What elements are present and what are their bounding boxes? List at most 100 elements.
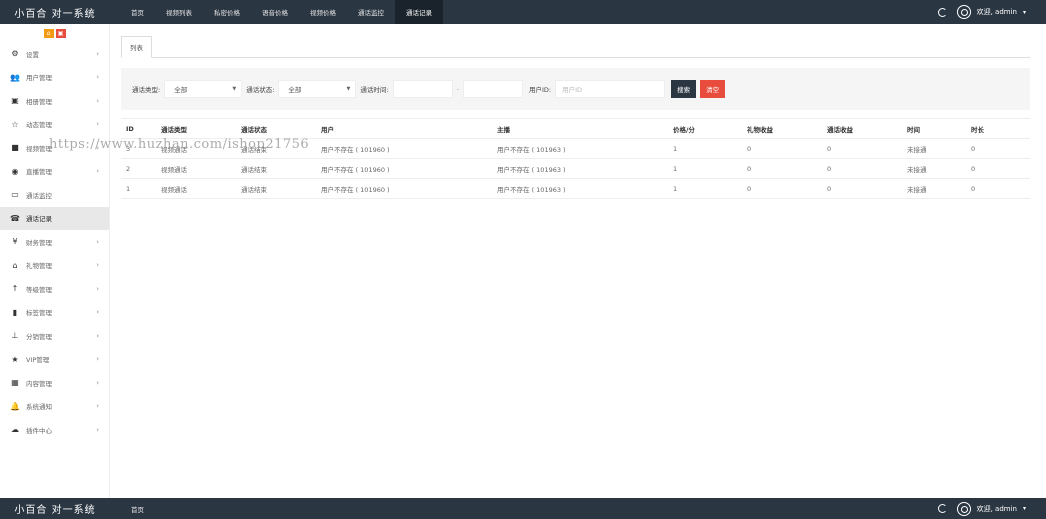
- footer-brand[interactable]: 小百合 对一系统: [0, 498, 110, 519]
- footer-user-label: 欢迎, admin: [976, 504, 1017, 513]
- sidebar-item-label: 内容管理: [26, 379, 52, 388]
- sidebar-item-13[interactable]: ★ VIP管理 ›: [0, 348, 109, 372]
- user-menu[interactable]: 欢迎, admin ▾: [956, 5, 1026, 19]
- call-type-select[interactable]: 全部 ▼: [164, 80, 243, 98]
- sidebar-item-4[interactable]: ■ 视频管理 ›: [0, 136, 109, 160]
- column-header[interactable]: 通话状态: [236, 118, 316, 139]
- sidebar-item-label: 财务管理: [26, 238, 52, 247]
- nav-item-2[interactable]: 私密价格: [203, 0, 251, 24]
- user-id-label: 用户ID:: [528, 86, 552, 94]
- sidebar-item-label: 通话记录: [26, 215, 52, 224]
- table-header-row: ID 通话类型 通话状态 用户 主播 价格/分 礼物收益 通话收益 时间 时长: [121, 118, 1030, 139]
- top-navbar: 小百合 对一系统 首页 视频列表 私密价格 语音价格 视频价格 通话监控 通话记录 欢迎, …: [0, 0, 1046, 24]
- refresh-icon[interactable]: [937, 7, 947, 17]
- user-id-input[interactable]: 用户ID: [555, 80, 666, 98]
- footer-navbar: 小百合 对一系统 首页 欢迎, admin ▾: [0, 498, 1046, 519]
- filter-bar: 通话类型: 全部 ▼ 通话状态: 全部 ▼ 通话时间: - 用户ID: 用户ID…: [121, 68, 1030, 110]
- sidebar-item-3[interactable]: ☆ 动态管理 ›: [0, 113, 109, 137]
- table-cell: 用户不存在 ( 101963 ): [492, 178, 668, 199]
- table-cell: 用户不存在 ( 101960 ): [316, 158, 492, 179]
- nav-item-4[interactable]: 视频价格: [299, 0, 347, 24]
- tab-list[interactable]: 列表: [121, 36, 152, 58]
- nav-item-5[interactable]: 通话监控: [347, 0, 395, 24]
- table-cell: 1: [668, 178, 742, 199]
- panel-icon[interactable]: ▣: [55, 28, 66, 38]
- column-header[interactable]: 价格/分: [668, 118, 742, 139]
- column-header[interactable]: 时长: [966, 118, 1030, 139]
- table-cell: 2: [121, 158, 156, 179]
- refresh-icon[interactable]: [937, 504, 947, 513]
- call-status-select[interactable]: 全部 ▼: [278, 80, 357, 98]
- level-up-icon: ↑: [11, 284, 19, 294]
- table-cell: 未接通: [902, 158, 966, 179]
- footer-nav-home[interactable]: 首页: [120, 498, 155, 519]
- nav-item-3[interactable]: 语音价格: [251, 0, 299, 24]
- call-status-value: 全部: [288, 86, 302, 94]
- sidebar-item-7[interactable]: ☎ 通话记录: [0, 206, 109, 230]
- table-cell: 用户不存在 ( 101960 ): [316, 138, 492, 159]
- table-cell: 通话结束: [236, 178, 316, 199]
- users-icon: 👥: [10, 72, 20, 82]
- sidebar-item-0[interactable]: ⚙ 设置 ›: [0, 42, 109, 66]
- sidebar-item-9[interactable]: ⌂ 礼物管理 ›: [0, 254, 109, 278]
- clear-button[interactable]: 清空: [700, 80, 726, 98]
- start-time-input[interactable]: [392, 80, 453, 98]
- table-cell: 0: [742, 138, 822, 159]
- column-header[interactable]: 主播: [492, 118, 668, 139]
- table-cell: 用户不存在 ( 101963 ): [492, 138, 668, 159]
- tab-bar: 列表: [121, 36, 1030, 58]
- table-cell: 0: [822, 138, 902, 159]
- sidebar-item-8[interactable]: ¥ 财务管理 ›: [0, 230, 109, 254]
- footer-nav: 首页: [120, 498, 155, 519]
- top-right-controls: 欢迎, admin ▾: [937, 0, 1026, 24]
- table-cell: 通话结束: [236, 138, 316, 159]
- gift-icon: ⌂: [12, 260, 18, 270]
- sidebar-item-11[interactable]: ▮ 标签管理 ›: [0, 301, 109, 325]
- chevron-right-icon: ›: [96, 261, 99, 270]
- brand-logo[interactable]: 小百合 对一系统: [0, 0, 110, 24]
- column-header[interactable]: 通话收益: [822, 118, 902, 139]
- bell-icon: 🔔: [10, 401, 20, 411]
- table-cell: 0: [966, 178, 1030, 199]
- sidebar-item-2[interactable]: ▣ 相册管理 ›: [0, 89, 109, 113]
- column-header[interactable]: 通话类型: [156, 118, 236, 139]
- column-header[interactable]: 用户: [316, 118, 492, 139]
- home-icon[interactable]: ⌂: [43, 28, 54, 38]
- column-header[interactable]: ID: [121, 118, 156, 139]
- chevron-right-icon: ›: [96, 96, 99, 105]
- chevron-right-icon: ›: [96, 73, 99, 82]
- table-cell: 视频通话: [156, 158, 236, 179]
- column-header[interactable]: 礼物收益: [742, 118, 822, 139]
- sidebar-item-15[interactable]: 🔔 系统通知 ›: [0, 395, 109, 419]
- nav-item-6[interactable]: 通话记录: [395, 0, 443, 24]
- sidebar-item-12[interactable]: ⊥ 分销管理 ›: [0, 324, 109, 348]
- nav-item-0[interactable]: 首页: [120, 0, 155, 24]
- table-cell: 0: [822, 178, 902, 199]
- sidebar-item-1[interactable]: 👥 用户管理 ›: [0, 66, 109, 90]
- caret-down-icon: ▾: [1022, 8, 1026, 16]
- table-cell: 0: [966, 158, 1030, 179]
- monitor-icon: ▭: [11, 190, 19, 200]
- end-time-input[interactable]: [462, 80, 523, 98]
- table-row: 2 视频通话 通话结束 用户不存在 ( 101960 ) 用户不存在 ( 101963 …: [121, 158, 1030, 179]
- nav-item-1[interactable]: 视频列表: [155, 0, 203, 24]
- sidebar-item-label: 用户管理: [26, 74, 52, 83]
- table-cell: 用户不存在 ( 101963 ): [492, 158, 668, 179]
- chevron-right-icon: ›: [96, 378, 99, 387]
- call-status-label: 通话状态:: [246, 86, 275, 94]
- table-cell: 用户不存在 ( 101960 ): [316, 178, 492, 199]
- table-cell: 通话结束: [236, 158, 316, 179]
- footer-user-menu[interactable]: 欢迎, admin ▾: [956, 501, 1026, 516]
- call-type-label: 通话类型:: [132, 86, 161, 94]
- chevron-right-icon: ›: [96, 402, 99, 411]
- sidebar-item-5[interactable]: ◉ 直播管理 ›: [0, 160, 109, 184]
- column-header[interactable]: 时间: [902, 118, 966, 139]
- sidebar-item-6[interactable]: ▭ 通话监控: [0, 183, 109, 207]
- sidebar-item-10[interactable]: ↑ 等级管理 ›: [0, 277, 109, 301]
- sidebar-item-16[interactable]: ☁ 插件中心 ›: [0, 418, 109, 442]
- sidebar-item-label: 直播管理: [26, 168, 52, 177]
- top-nav: 首页 视频列表 私密价格 语音价格 视频价格 通话监控 通话记录: [120, 0, 443, 24]
- sidebar-item-14[interactable]: ▦ 内容管理 ›: [0, 371, 109, 395]
- search-button[interactable]: 搜索: [671, 80, 697, 98]
- play-circle-icon: ◉: [11, 166, 19, 176]
